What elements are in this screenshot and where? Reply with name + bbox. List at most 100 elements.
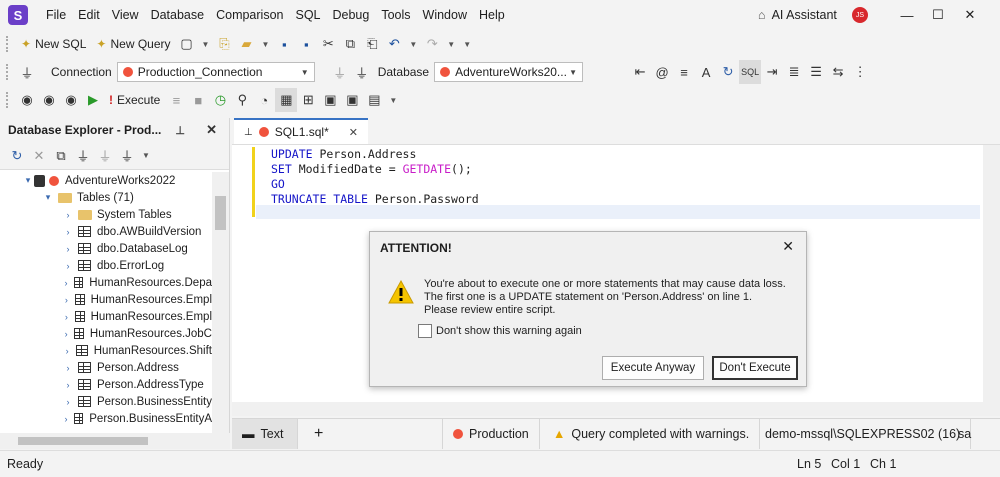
cut-icon[interactable]: ✂ [317, 32, 339, 56]
new-file-icon[interactable]: ⎘ [213, 32, 235, 56]
remove-connection-icon[interactable]: ⏚ [116, 144, 138, 168]
tree-item-table[interactable]: › HumanResources.Shift [0, 342, 212, 359]
checkbox-box[interactable] [418, 324, 432, 338]
undo-icon[interactable]: ↶ [383, 32, 405, 56]
close-icon[interactable]: ✕ [206, 122, 217, 138]
sql-icon[interactable]: SQL [739, 60, 762, 84]
new-query-button[interactable]: ✦ New Query [91, 32, 175, 56]
image-icon[interactable]: ▣ [319, 88, 341, 112]
menu-comparison[interactable]: Comparison [210, 0, 289, 30]
chevron-right-icon[interactable]: › [62, 380, 74, 390]
menu-edit[interactable]: Edit [72, 0, 106, 30]
toolbar-grip[interactable] [6, 92, 10, 108]
outdent-icon[interactable]: ⇥ [761, 60, 783, 84]
database-check-icon[interactable]: ◉ [60, 88, 82, 112]
pin-icon[interactable]: ⊥ [175, 124, 185, 137]
menu-window[interactable]: Window [417, 0, 473, 30]
chevron-down-icon[interactable]: ▼ [257, 40, 273, 49]
close-icon[interactable]: ✕ [782, 238, 794, 255]
chevron-right-icon[interactable]: › [62, 329, 70, 339]
new-connection-icon[interactable]: ⏚ [72, 144, 94, 168]
add-tab-button[interactable]: + [304, 419, 333, 449]
wrap-icon[interactable]: ⇆ [827, 60, 849, 84]
connect-icon[interactable]: ⏚ [16, 60, 38, 84]
chevron-right-icon[interactable]: › [62, 346, 72, 356]
chevron-right-icon[interactable]: › [62, 244, 74, 254]
collapse-icon[interactable]: ⧉ [50, 144, 72, 168]
menu-tools[interactable]: Tools [375, 0, 416, 30]
tree-item-table[interactable]: › Person.BusinessEntityA [0, 410, 212, 427]
toolbar-overflow-icon[interactable]: ▼ [459, 40, 475, 49]
grid-view-icon[interactable]: ▦ [275, 88, 298, 112]
chevron-right-icon[interactable]: › [62, 210, 74, 220]
redo-icon[interactable]: ↷ [421, 32, 443, 56]
chevron-right-icon[interactable]: › [62, 414, 70, 424]
tree-item-table[interactable]: › HumanResources.Empl [0, 291, 212, 308]
chevron-right-icon[interactable]: › [62, 227, 74, 237]
tree-item-table[interactable]: › Person.Address [0, 359, 212, 376]
chevron-down-icon[interactable]: ▼ [405, 40, 421, 49]
export-icon[interactable]: ▣ [341, 88, 363, 112]
save-icon[interactable]: ▪ [273, 32, 295, 56]
menu-sql[interactable]: SQL [289, 0, 326, 30]
refresh-icon[interactable]: ↻ [717, 60, 739, 84]
execute-anyway-button[interactable]: Execute Anyway [602, 356, 704, 380]
chevron-down-icon[interactable]: ▼ [198, 40, 214, 49]
disconnect-icon[interactable]: ⏚ [329, 60, 351, 84]
tree-item-folder[interactable]: › System Tables [0, 206, 212, 223]
database-select[interactable]: AdventureWorks20... ▼ [434, 62, 584, 82]
tree-item-database[interactable]: ▾ AdventureWorks2022 [0, 172, 212, 189]
align-icon[interactable]: ≣ [783, 60, 805, 84]
new-connection-icon[interactable]: ⏚ [351, 60, 373, 84]
chevron-down-icon[interactable]: ▾ [22, 175, 34, 186]
dont-execute-button[interactable]: Don't Execute [712, 356, 798, 380]
delete-icon[interactable]: ✕ [28, 144, 50, 168]
connection-select[interactable]: Production_Connection ▼ [116, 62, 315, 82]
tree-item-folder[interactable]: ▾ Tables (71) [0, 189, 212, 206]
tree-item-table[interactable]: › dbo.AWBuildVersion [0, 223, 212, 240]
editor-horizontal-scrollbar[interactable] [232, 402, 1000, 416]
chevron-right-icon[interactable]: › [62, 397, 74, 407]
profiler-icon[interactable]: ◔ [253, 88, 275, 112]
minimize-button[interactable]: — [892, 0, 922, 30]
paste-icon[interactable]: ⎗ [361, 32, 383, 56]
comment-icon[interactable]: ≡ [673, 60, 695, 84]
explorer-horizontal-scrollbar[interactable] [0, 433, 230, 449]
play-icon[interactable]: ▶ [82, 88, 104, 112]
pin-icon[interactable]: ⊥ [244, 127, 253, 138]
code-line[interactable]: GO [271, 177, 479, 192]
menu-help[interactable]: Help [473, 0, 511, 30]
parameters-icon[interactable]: @ [651, 60, 673, 84]
query-plan-icon[interactable]: ⚲ [231, 88, 253, 112]
close-window-button[interactable]: ✕ [955, 0, 985, 30]
chevron-right-icon[interactable]: › [62, 363, 74, 373]
new-sql-button[interactable]: ✦ New SQL [16, 32, 91, 56]
sql-code[interactable]: UPDATE Person.Address SET ModifiedDate = … [271, 147, 479, 207]
toolbar-grip[interactable] [6, 64, 10, 80]
history-icon[interactable]: ◷ [209, 88, 231, 112]
chevron-right-icon[interactable]: › [62, 261, 74, 271]
copy-icon[interactable]: ⧉ [339, 32, 361, 56]
tree-item-table[interactable]: › dbo.ErrorLog [0, 257, 212, 274]
text-format-icon[interactable]: A [695, 60, 717, 84]
database-add-icon[interactable]: ◉ [38, 88, 60, 112]
editor-vertical-scrollbar[interactable] [983, 145, 1000, 403]
execute-button[interactable]: ! Execute [104, 88, 165, 112]
database-icon[interactable]: ◉ [16, 88, 38, 112]
dont-show-again-checkbox[interactable]: Don't show this warning again [418, 324, 582, 338]
chevron-right-icon[interactable]: › [62, 312, 71, 322]
menu-file[interactable]: File [40, 0, 72, 30]
tab-text[interactable]: ▬ Text [232, 419, 298, 449]
maximize-button[interactable]: ☐ [923, 0, 953, 30]
open-folder-icon[interactable]: ▰ [235, 32, 257, 56]
designer-icon[interactable]: ⊞ [297, 88, 319, 112]
code-line[interactable]: SET ModifiedDate = GETDATE(); [271, 162, 479, 177]
code-line[interactable]: UPDATE Person.Address [271, 147, 479, 162]
tree-item-table[interactable]: › dbo.DatabaseLog [0, 240, 212, 257]
new-document-icon[interactable]: ▢ [176, 32, 198, 56]
refresh-icon[interactable]: ↻ [6, 144, 28, 168]
menu-debug[interactable]: Debug [327, 0, 376, 30]
close-icon[interactable]: ✕ [349, 126, 358, 139]
menu-database[interactable]: Database [145, 0, 211, 30]
stop-icon[interactable]: ■ [187, 88, 209, 112]
